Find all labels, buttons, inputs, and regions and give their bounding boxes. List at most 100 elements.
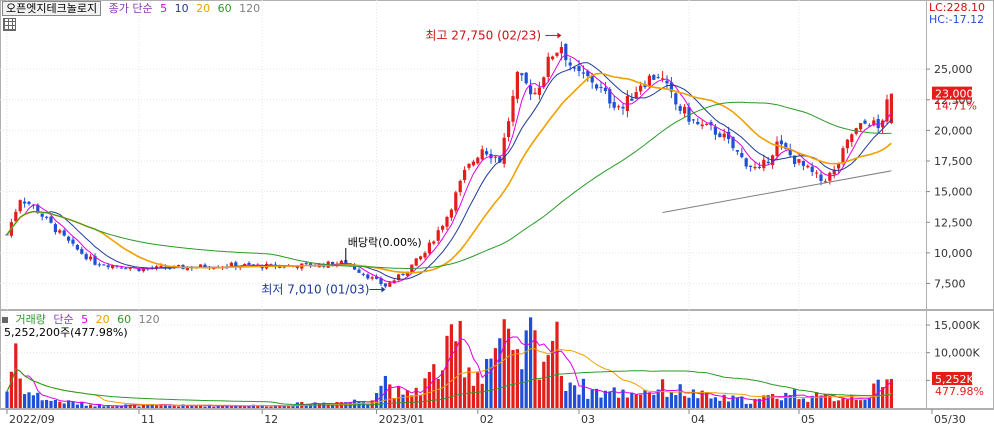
candle-body — [304, 262, 308, 264]
candle-body — [441, 225, 445, 230]
volume-bar — [845, 399, 849, 408]
volume-settings-icon[interactable] — [2, 317, 8, 323]
stock-name-box[interactable]: 오픈엣지테크놀로지 — [2, 1, 102, 16]
candle-body — [551, 56, 555, 60]
volume-bar — [177, 406, 181, 408]
candle-body — [493, 156, 497, 158]
candle-body — [634, 92, 638, 99]
candle-body — [819, 174, 823, 181]
candle-body — [480, 149, 484, 160]
volume-bar — [797, 399, 801, 408]
candle-body — [102, 264, 106, 266]
low-arrow-head — [381, 286, 386, 293]
date-label: 05 — [801, 413, 815, 426]
volume-ma-label-60[interactable]: 60 — [117, 313, 131, 326]
ma-label-120[interactable]: 120 — [239, 2, 260, 15]
volume-bar — [841, 398, 845, 408]
candle-body — [49, 216, 53, 223]
volume-ma-label-120[interactable]: 120 — [139, 313, 160, 326]
ma-label-20[interactable]: 20 — [196, 2, 210, 15]
price-tick-label: 12,500 — [934, 216, 973, 229]
volume-bar — [467, 367, 471, 408]
volume-ma-type-label: 단순 — [53, 313, 74, 326]
grid-icon[interactable] — [3, 18, 16, 31]
candle-body — [14, 211, 18, 222]
price-volume-chart[interactable]: 7,50010,00012,50015,00017,50020,00022,50… — [0, 0, 994, 428]
volume-bar — [749, 403, 753, 408]
candle-body — [625, 95, 629, 111]
candle-body — [859, 123, 863, 130]
volume-bar — [595, 388, 599, 408]
volume-ma-label-20[interactable]: 20 — [96, 313, 110, 326]
low-annotation: 최저 7,010 (01/03) — [261, 283, 369, 297]
volume-bar — [577, 394, 581, 408]
volume-bar — [885, 379, 889, 408]
volume-bar — [199, 405, 203, 408]
volume-bar — [837, 400, 841, 408]
candle-body — [599, 86, 603, 88]
volume-bar — [735, 397, 739, 408]
candle-body — [581, 72, 585, 74]
candle-body — [537, 87, 541, 95]
candle-body — [740, 153, 744, 158]
volume-bar — [436, 378, 440, 408]
volume-bar — [700, 390, 704, 408]
last-change-text: 14.71% — [935, 100, 977, 113]
volume-bar — [485, 358, 489, 408]
volume-bar — [687, 397, 691, 408]
volume-bar — [617, 397, 621, 408]
candle-body — [471, 161, 475, 166]
volume-ma-label-5[interactable]: 5 — [81, 313, 88, 326]
volume-bar — [23, 394, 27, 408]
candle-body — [691, 119, 695, 121]
candle-body — [357, 269, 361, 273]
volume-bar — [427, 372, 431, 408]
volume-bar — [762, 395, 766, 408]
candle-body — [568, 62, 572, 66]
candle-body — [427, 242, 431, 254]
volume-bar — [489, 358, 493, 408]
volume-bar — [546, 355, 550, 408]
chart-header: 오픈엣지테크놀로지 종가 단순 5 10 20 60 120 — [2, 1, 260, 16]
volume-bar — [520, 369, 524, 408]
candle-body — [361, 273, 365, 275]
volume-bar — [194, 405, 198, 408]
price-tick-label: 17,500 — [934, 155, 973, 168]
volume-bar — [62, 403, 66, 408]
volume-bar — [705, 392, 709, 408]
candle-body — [749, 165, 753, 167]
volume-bar — [665, 396, 669, 408]
candle-body — [80, 249, 84, 254]
ma-type-label: 단순 — [132, 2, 153, 15]
ma-label-5[interactable]: 5 — [160, 2, 167, 15]
volume-tick-label: 10,000K — [934, 347, 980, 360]
volume-bar — [859, 400, 863, 408]
volume-bar — [111, 406, 115, 408]
ma-label-60[interactable]: 60 — [218, 2, 232, 15]
volume-bar — [678, 384, 682, 408]
candle-body — [889, 93, 893, 124]
volume-bar — [203, 406, 207, 408]
volume-bar — [287, 406, 291, 408]
candle-body — [432, 241, 436, 244]
volume-bar — [727, 401, 731, 408]
volume-bar — [5, 391, 9, 408]
volume-bar — [71, 402, 75, 408]
volume-bar — [463, 377, 467, 408]
volume-bar — [405, 390, 409, 408]
candle-body — [159, 265, 163, 267]
date-label: 2023/01 — [379, 413, 425, 426]
candle-body — [89, 256, 93, 260]
volume-bar — [18, 378, 22, 408]
candle-body — [366, 274, 370, 279]
candle-body — [423, 252, 427, 258]
candle-body — [722, 133, 726, 138]
volume-bar — [639, 394, 643, 408]
volume-bar — [801, 398, 805, 408]
volume-bar — [524, 330, 528, 408]
volume-bar — [115, 406, 119, 408]
candle-body — [401, 273, 405, 276]
hc-readout: HC:-17.12 — [929, 13, 985, 26]
ma-label-10[interactable]: 10 — [175, 2, 189, 15]
candle-body — [828, 172, 832, 181]
